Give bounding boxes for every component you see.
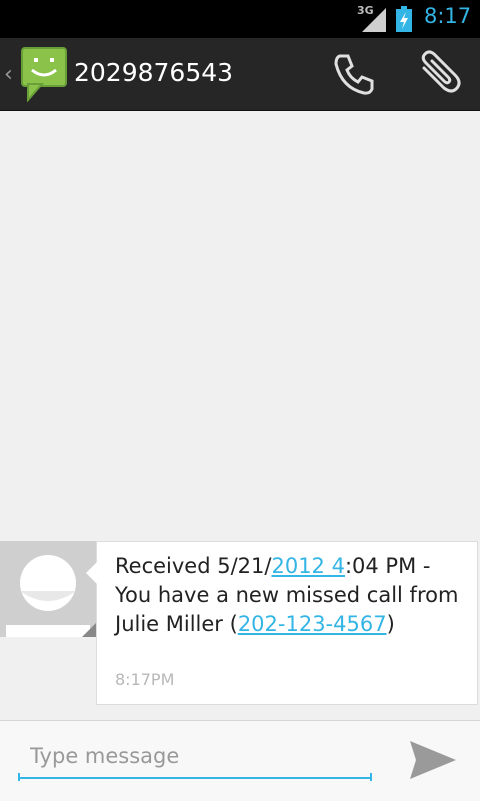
signal-icon — [362, 8, 386, 32]
message-text: Received 5/21/2012 4:04 PM - You have a … — [115, 552, 465, 639]
bubble-tail — [86, 562, 97, 584]
send-icon[interactable] — [402, 735, 462, 785]
message-bubble[interactable]: Received 5/21/2012 4:04 PM - You have a … — [86, 541, 478, 705]
contact-number: 2029876543 — [74, 58, 234, 87]
message-timestamp: 8:17PM — [115, 670, 175, 689]
message-input[interactable] — [18, 735, 372, 779]
clock: 8:17 — [424, 4, 472, 28]
action-bar: ‹ 2029876543 — [0, 38, 480, 111]
phone-icon[interactable] — [328, 48, 380, 100]
status-bar: 3G 8:17 — [0, 0, 480, 38]
date-link[interactable]: 2012 4 — [271, 554, 344, 578]
message-text-part: Received 5/21/ — [115, 554, 272, 578]
message-text-part: ) — [386, 612, 395, 636]
compose-bar — [0, 720, 480, 801]
paperclip-icon[interactable] — [410, 48, 466, 100]
phone-link[interactable]: 202-123-4567 — [238, 612, 387, 636]
input-underline-tick — [18, 773, 20, 781]
battery-charging-icon — [396, 6, 412, 32]
chevron-left-icon[interactable]: ‹ — [4, 62, 13, 87]
messaging-smiley-icon[interactable] — [20, 46, 68, 102]
input-underline-tick — [370, 773, 372, 781]
contact-avatar[interactable] — [0, 541, 96, 637]
conversation-list[interactable]: Received 5/21/2012 4:04 PM - You have a … — [0, 111, 480, 719]
